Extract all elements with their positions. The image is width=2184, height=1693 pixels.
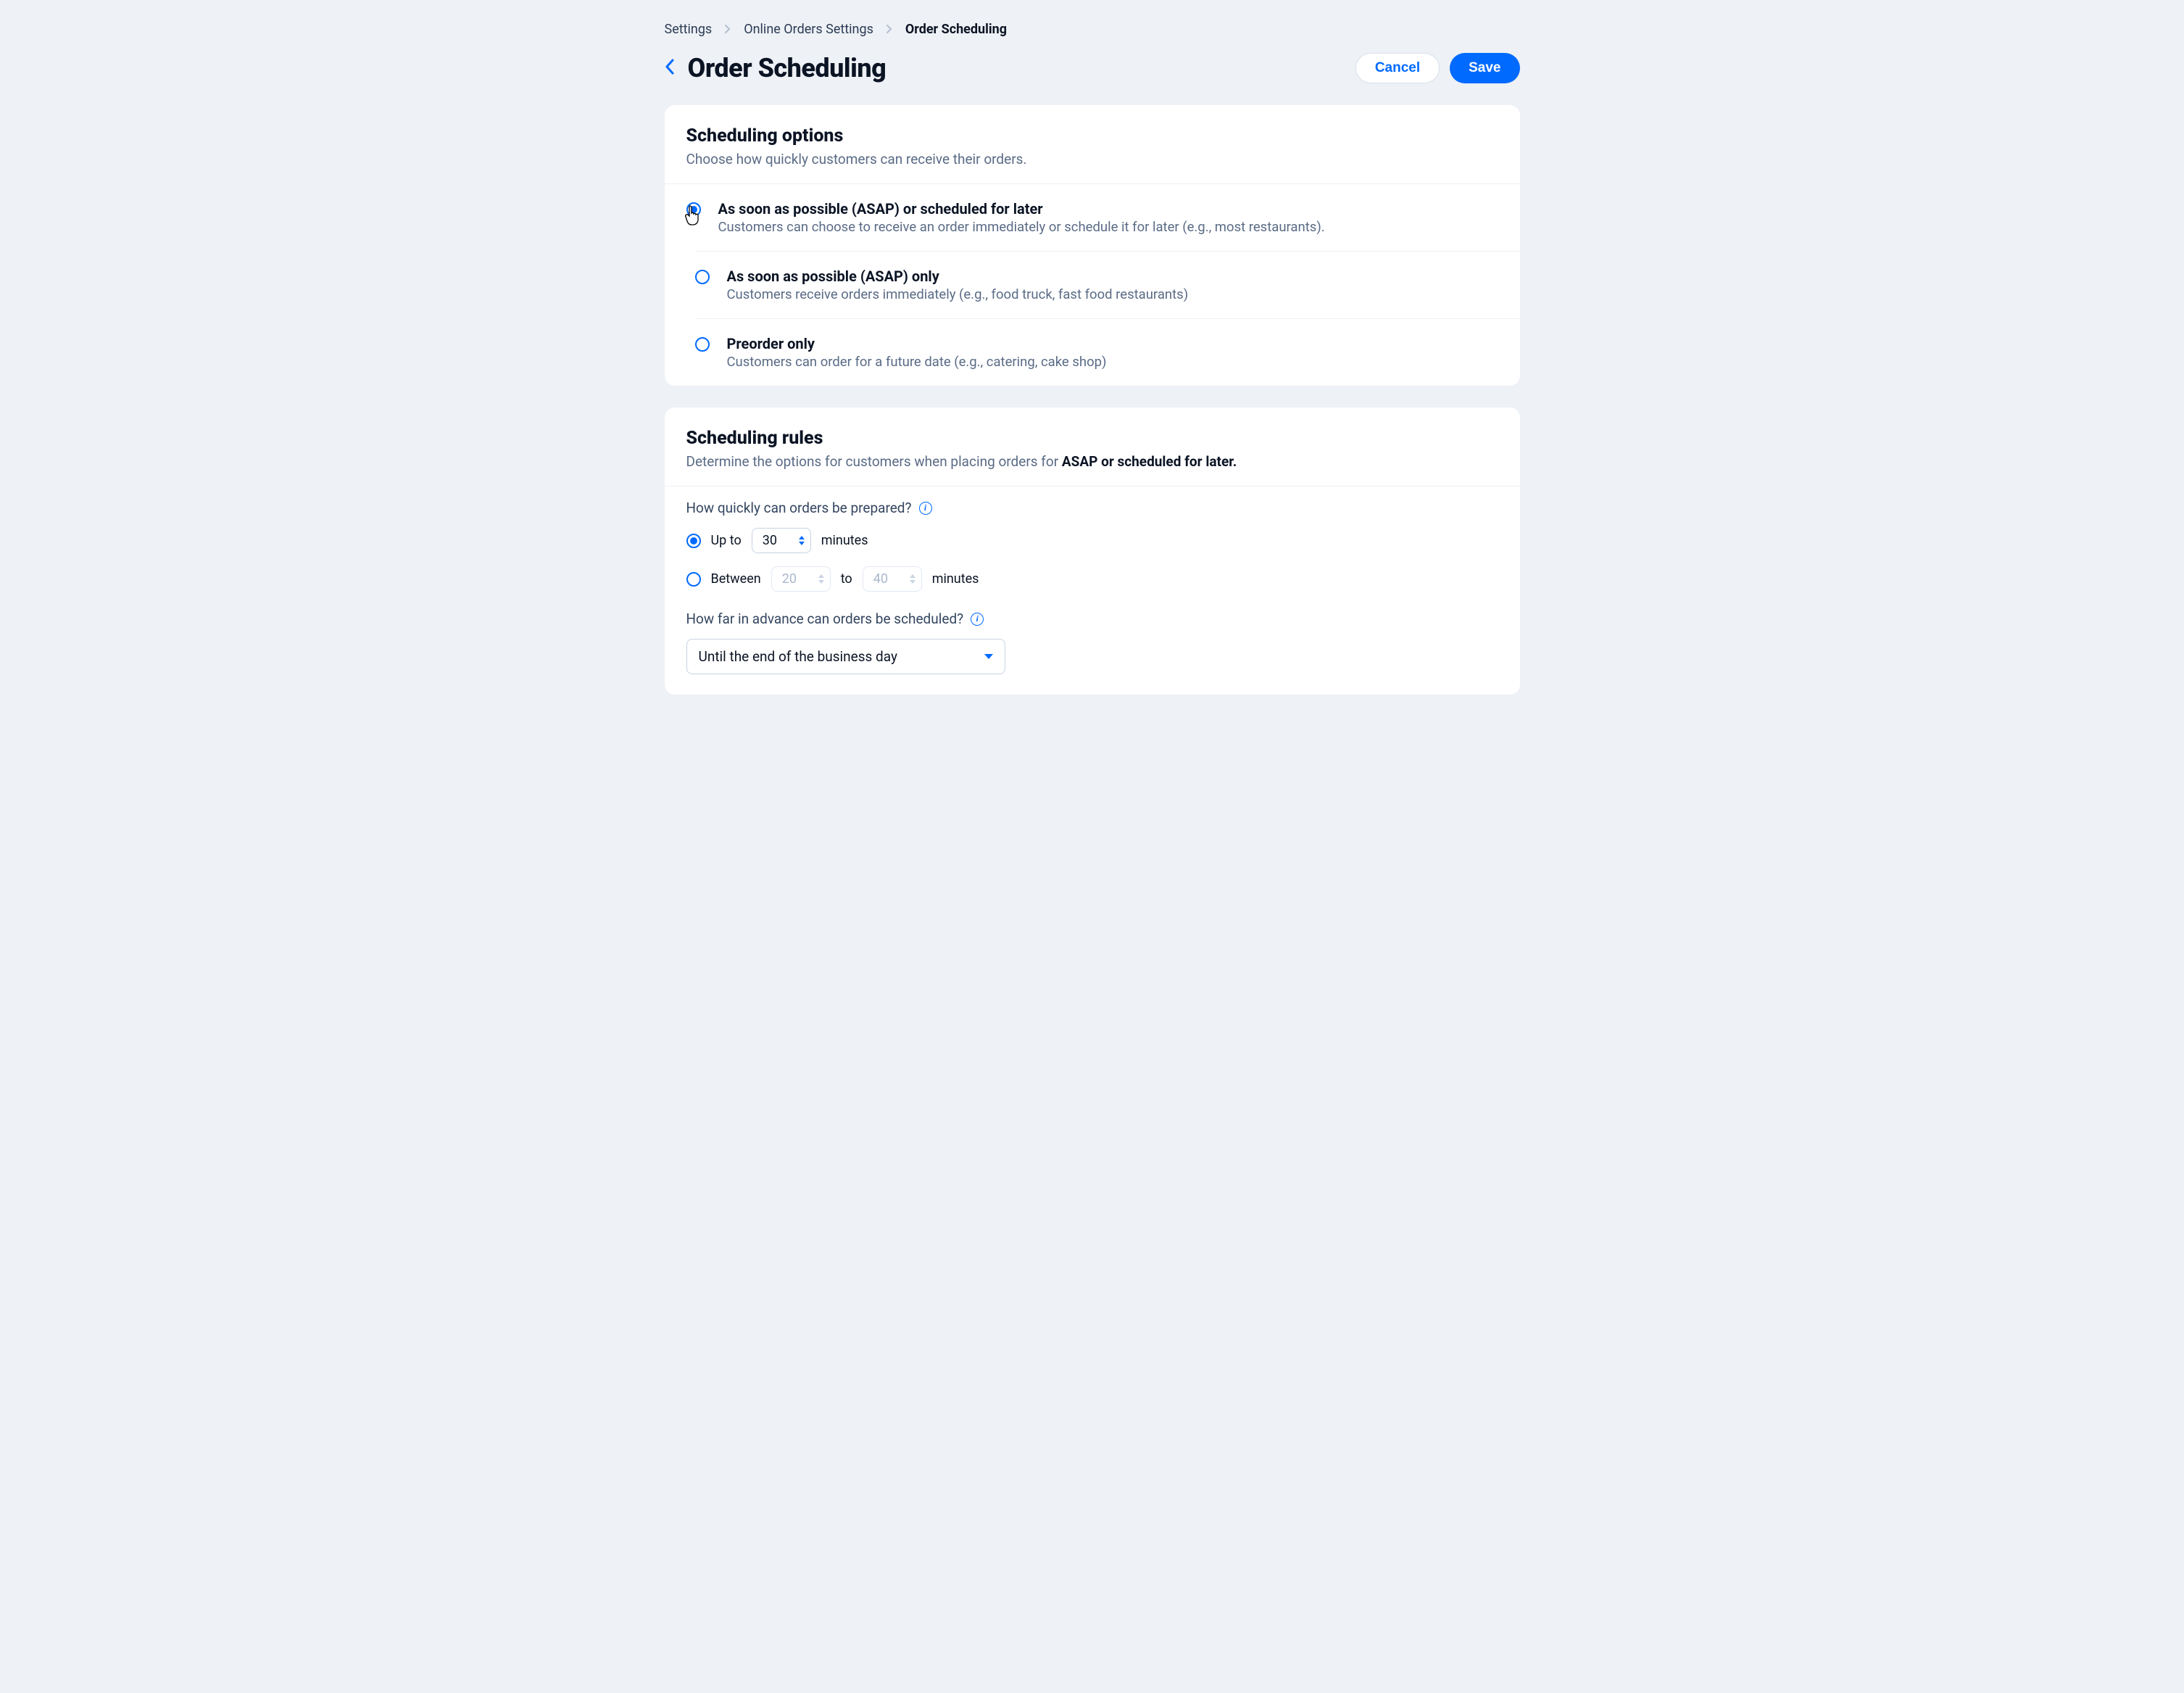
option-title: As soon as possible (ASAP) only	[727, 268, 1189, 285]
prep-time-question: How quickly can orders be prepared? i	[686, 500, 1498, 516]
info-icon[interactable]: i	[919, 502, 932, 515]
page-title: Order Scheduling	[688, 53, 887, 83]
chevron-right-icon	[887, 22, 892, 37]
radio-icon[interactable]	[695, 270, 710, 284]
scheduling-option-asap-only[interactable]: As soon as possible (ASAP) only Customer…	[695, 251, 1520, 318]
minutes-label: minutes	[821, 533, 868, 548]
stepper-value: 20	[782, 571, 797, 587]
chevron-up-icon[interactable]	[910, 574, 915, 578]
chevron-down-icon[interactable]	[818, 580, 824, 584]
option-title: Preorder only	[727, 335, 1107, 352]
radio-icon[interactable]	[686, 534, 701, 548]
minutes-label: minutes	[932, 571, 979, 587]
prep-upto-row[interactable]: Up to 30 minutes	[686, 528, 1498, 553]
breadcrumb-item-current: Order Scheduling	[905, 22, 1007, 37]
back-icon[interactable]	[665, 59, 675, 78]
stepper-value: 40	[873, 571, 888, 587]
scheduling-rules-card: Scheduling rules Determine the options f…	[665, 407, 1520, 695]
option-description: Customers receive orders immediately (e.…	[727, 286, 1189, 302]
option-title: As soon as possible (ASAP) or scheduled …	[718, 200, 1325, 218]
divider	[665, 486, 1520, 487]
to-label: to	[841, 571, 852, 587]
select-value: Until the end of the business day	[699, 648, 897, 665]
between-high-stepper[interactable]: 40	[863, 566, 922, 592]
card-title: Scheduling rules	[686, 428, 1498, 449]
stepper-value: 30	[763, 533, 777, 548]
upto-label: Up to	[711, 533, 742, 548]
radio-icon[interactable]	[686, 572, 701, 587]
advance-question: How far in advance can orders be schedul…	[686, 610, 1498, 627]
breadcrumb-item[interactable]: Settings	[665, 22, 713, 37]
scheduling-option-preorder-only[interactable]: Preorder only Customers can order for a …	[695, 318, 1520, 386]
between-label: Between	[711, 571, 761, 587]
radio-icon[interactable]	[686, 202, 701, 217]
breadcrumb-item[interactable]: Online Orders Settings	[744, 22, 873, 37]
radio-icon[interactable]	[695, 337, 710, 352]
card-subtitle: Choose how quickly customers can receive…	[686, 151, 1498, 167]
cancel-button[interactable]: Cancel	[1355, 53, 1440, 83]
between-low-stepper[interactable]: 20	[771, 566, 831, 592]
chevron-down-icon	[984, 654, 993, 659]
chevron-down-icon[interactable]	[799, 542, 805, 545]
scheduling-option-asap-or-later[interactable]: As soon as possible (ASAP) or scheduled …	[665, 183, 1520, 251]
info-icon[interactable]: i	[971, 613, 984, 626]
chevron-down-icon[interactable]	[910, 580, 915, 584]
breadcrumb: Settings Online Orders Settings Order Sc…	[665, 22, 1520, 37]
option-description: Customers can order for a future date (e…	[727, 354, 1107, 370]
upto-minutes-stepper[interactable]: 30	[752, 528, 811, 553]
save-button[interactable]: Save	[1450, 53, 1519, 83]
card-subtitle: Determine the options for customers when…	[686, 453, 1498, 470]
advance-select[interactable]: Until the end of the business day	[686, 639, 1005, 674]
prep-between-row[interactable]: Between 20 to 40 minutes	[686, 566, 1498, 592]
chevron-up-icon[interactable]	[799, 536, 805, 539]
chevron-up-icon[interactable]	[818, 574, 824, 578]
scheduling-options-card: Scheduling options Choose how quickly cu…	[665, 105, 1520, 386]
card-title: Scheduling options	[686, 125, 1498, 146]
option-description: Customers can choose to receive an order…	[718, 219, 1325, 235]
chevron-right-icon	[725, 22, 731, 37]
